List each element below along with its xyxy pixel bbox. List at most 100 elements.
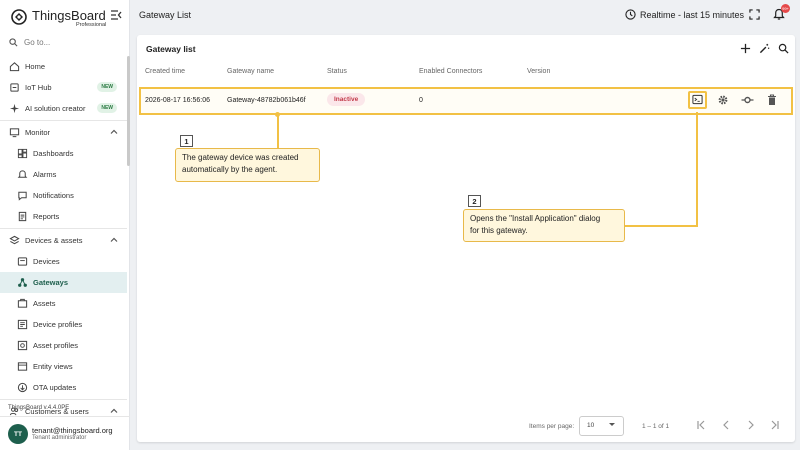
search-icon	[9, 38, 18, 47]
magic-wand-icon[interactable]	[759, 43, 770, 54]
brand-edition: Professional	[76, 22, 107, 28]
sidebar-item-label: Monitor	[25, 128, 51, 137]
timewindow-label: Realtime - last 15 minutes	[640, 9, 745, 20]
sidebar-item-label: Notifications	[33, 191, 74, 200]
app-version: ThingsBoard v.4.4.0PE	[8, 405, 70, 411]
sidebar-item-ota-updates[interactable]: OTA updates	[0, 377, 127, 398]
sidebar-item-label: Alarms	[33, 170, 57, 179]
sidebar-item-gateways[interactable]: Gateways	[0, 272, 127, 293]
status-badge: Inactive	[327, 93, 366, 106]
next-page-icon[interactable]	[746, 420, 756, 430]
previous-page-icon[interactable]	[721, 420, 731, 430]
fullscreen-icon[interactable]	[749, 9, 760, 20]
thingsboard-logo-icon	[11, 9, 27, 25]
callout-connector	[624, 225, 698, 227]
sidebar-item-label: OTA updates	[33, 383, 77, 392]
user-email: tenant@thingsboard.org	[32, 426, 113, 435]
clock-icon	[625, 9, 636, 20]
device-icon	[16, 256, 28, 268]
sidebar-item-home[interactable]: Home	[0, 56, 127, 77]
sidebar-item-asset-profiles[interactable]: Asset profiles	[0, 335, 127, 356]
callout-2-line-1: Opens the "Install Application" dialog	[470, 214, 601, 223]
callout-connector	[277, 114, 279, 150]
cell-created-time: 2026-08-17 16:56:06	[145, 97, 210, 104]
chevron-up-icon[interactable]	[110, 407, 118, 415]
gear-icon[interactable]	[717, 94, 729, 106]
card-title: Gateway list	[146, 44, 196, 54]
sidebar-item-notifications[interactable]: Notifications	[0, 185, 127, 206]
search-icon[interactable]	[778, 43, 789, 54]
column-header-created-time[interactable]: Created time	[145, 68, 185, 75]
divider	[0, 416, 130, 417]
ota-icon	[16, 382, 28, 394]
device-profile-icon	[16, 319, 28, 331]
nav-menu: Home IoT Hub NEW AI solution creator NEW Moni…	[0, 56, 127, 422]
terminal-icon[interactable]	[692, 94, 703, 105]
column-header-status[interactable]: Status	[327, 68, 347, 75]
asset-icon	[16, 298, 28, 310]
connectors-icon[interactable]	[741, 94, 754, 106]
callout-number-1: 1	[180, 135, 193, 147]
sidebar-item-label: Entity views	[33, 362, 73, 371]
first-page-icon[interactable]	[696, 420, 706, 430]
sidebar-item-label: Assets	[33, 299, 56, 308]
top-bar: Gateway List Realtime - last 15 minutes …	[131, 0, 800, 30]
page-size-select[interactable]: 10	[579, 416, 624, 436]
card-actions	[740, 43, 789, 54]
sidebar-item-device-profiles[interactable]: Device profiles	[0, 314, 127, 335]
sidebar-item-dashboards[interactable]: Dashboards	[0, 143, 127, 164]
callout-2: Opens the "Install Application" dialog f…	[463, 209, 625, 242]
iot-hub-icon	[8, 82, 20, 94]
callout-1: The gateway device was created automatic…	[175, 148, 320, 182]
asset-profile-icon	[16, 340, 28, 352]
sidebar-scrollbar[interactable]	[127, 56, 130, 166]
column-header-version[interactable]: Version	[527, 68, 550, 75]
timewindow-button[interactable]: Realtime - last 15 minutes	[625, 9, 744, 20]
sidebar-item-ai-solution-creator[interactable]: AI solution creator NEW	[0, 98, 127, 119]
sidebar-item-entity-views[interactable]: Entity views	[0, 356, 127, 377]
nav-search[interactable]: Go to...	[9, 38, 50, 47]
callout-anchor-dot	[275, 112, 280, 117]
add-icon[interactable]	[740, 43, 751, 54]
avatar[interactable]: TT	[8, 424, 28, 444]
column-header-enabled-connectors[interactable]: Enabled Connectors	[419, 68, 482, 75]
chevron-up-icon[interactable]	[110, 236, 118, 244]
search-placeholder: Go to...	[24, 38, 51, 47]
new-badge: NEW	[97, 103, 117, 113]
items-per-page-label: Items per page:	[529, 423, 575, 430]
nav-divider	[0, 399, 127, 400]
delete-icon[interactable]	[767, 94, 777, 106]
chevron-down-icon	[609, 423, 615, 426]
sidebar-item-label: Gateways	[33, 278, 69, 287]
sidebar-item-alarms[interactable]: Alarms	[0, 164, 127, 185]
sparkle-icon	[8, 103, 20, 115]
sidebar-item-devices-and-assets[interactable]: Devices & assets	[0, 230, 127, 251]
sidebar-item-reports[interactable]: Reports	[0, 206, 127, 227]
sidebar-item-assets[interactable]: Assets	[0, 293, 127, 314]
new-badge: NEW	[97, 82, 117, 92]
sidebar-item-monitor[interactable]: Monitor	[0, 122, 127, 143]
brand[interactable]: ThingsBoard Professional	[10, 6, 122, 28]
page-size-value: 10	[587, 422, 595, 429]
sidebar-item-devices[interactable]: Devices	[0, 251, 127, 272]
cell-gateway-name: Gateway-48782b061b46f	[227, 97, 306, 104]
sidebar-item-iot-hub[interactable]: IoT Hub NEW	[0, 77, 127, 98]
callout-number-2: 2	[468, 195, 481, 207]
dashboard-icon	[16, 148, 28, 160]
sidebar-item-label: Devices	[33, 257, 60, 266]
notification-count-badge: 99+	[781, 4, 790, 13]
home-icon	[8, 61, 20, 73]
callout-2-line-2: for this gateway.	[470, 226, 528, 235]
report-icon	[16, 211, 28, 223]
alarm-icon	[16, 169, 28, 181]
chevron-up-icon[interactable]	[110, 128, 118, 136]
column-header-gateway-name[interactable]: Gateway name	[227, 68, 274, 75]
sidebar: ThingsBoard Professional Go to... Home Io…	[0, 0, 130, 450]
collapse-menu-icon[interactable]	[110, 9, 122, 21]
cell-enabled-connectors: 0	[419, 97, 423, 104]
page-range: 1 – 1 of 1	[642, 423, 670, 430]
sidebar-item-label: IoT Hub	[25, 83, 52, 92]
last-page-icon[interactable]	[770, 420, 780, 430]
user-role: Tenant administrator	[32, 435, 87, 441]
page-title: Gateway List	[139, 10, 192, 20]
